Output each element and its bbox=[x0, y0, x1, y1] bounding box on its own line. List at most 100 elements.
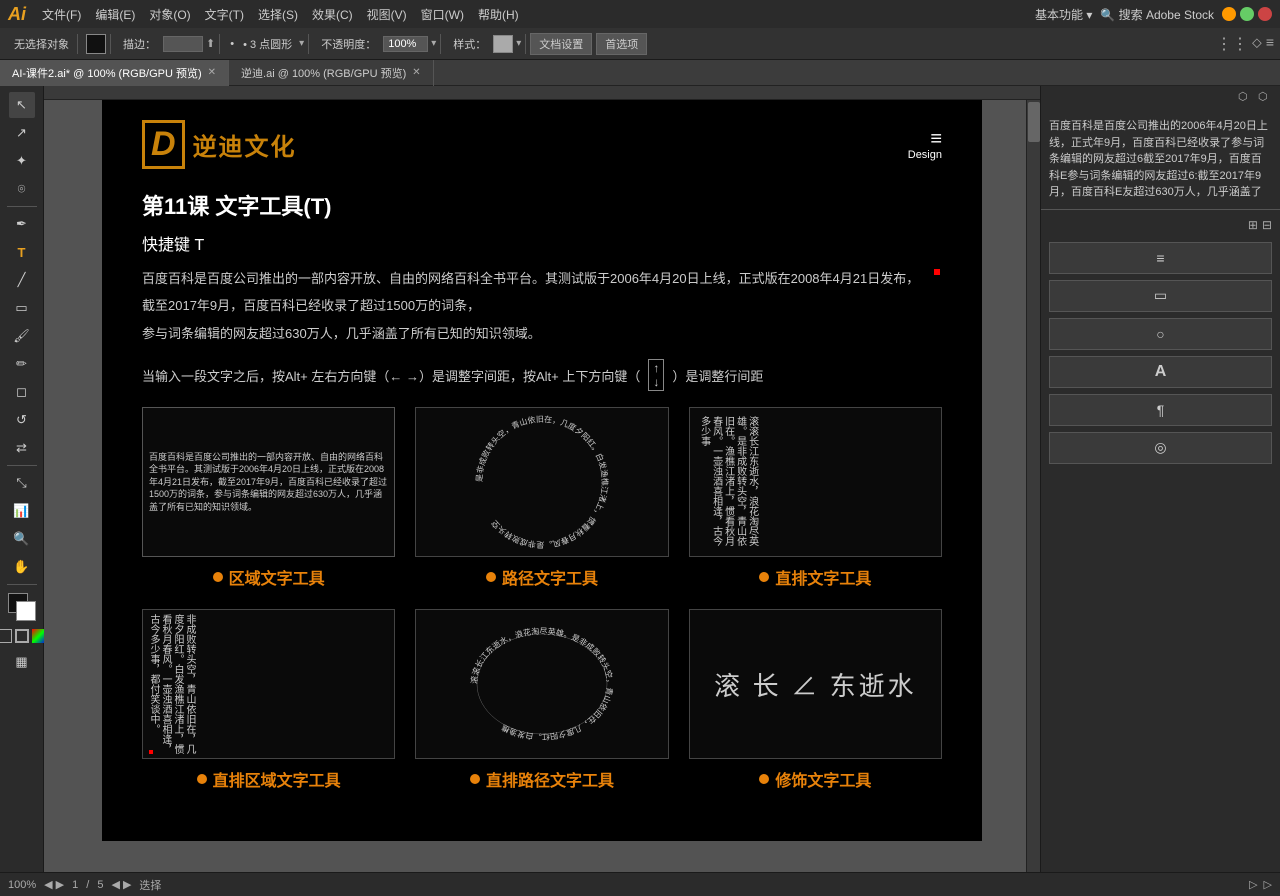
style-dropdown[interactable]: ▾ bbox=[516, 38, 521, 49]
rp-para-btn[interactable]: ¶ bbox=[1049, 394, 1272, 426]
rp-rect-btn[interactable]: ▭ bbox=[1049, 280, 1272, 312]
eraser-tool[interactable]: ◻ bbox=[9, 379, 35, 405]
menu-view[interactable]: 视图(V) bbox=[361, 4, 413, 25]
view-toggle[interactable]: ▷ bbox=[1249, 878, 1257, 891]
tab-close-1[interactable]: ✕ bbox=[208, 67, 216, 78]
menu-file[interactable]: 文件(F) bbox=[36, 4, 87, 25]
mirror-tool[interactable]: ⇄ bbox=[9, 435, 35, 461]
rp-circle-icon: ○ bbox=[1156, 326, 1164, 342]
menu-edit[interactable]: 编辑(E) bbox=[89, 4, 141, 25]
arrange-section: ▦ bbox=[9, 649, 35, 675]
basic-functions[interactable]: 基本功能 ▾ bbox=[1035, 6, 1092, 23]
status-info: 迭择 bbox=[139, 877, 161, 893]
menu-window[interactable]: 窗口(W) bbox=[415, 4, 470, 25]
selection-tool[interactable]: ↖ bbox=[9, 92, 35, 118]
rp-grid-icon[interactable]: ⊞ bbox=[1248, 218, 1258, 232]
tool-divider-1 bbox=[7, 206, 37, 207]
zoom-level[interactable]: 100% bbox=[8, 879, 36, 891]
close-button[interactable] bbox=[1258, 7, 1272, 21]
hamburger-icon[interactable]: ≡ bbox=[908, 129, 942, 149]
canvas-area[interactable]: D 逆迪文化 ≡ Design 第11课 文字工具(T) 快捷键 T 百度百科是… bbox=[44, 86, 1040, 872]
doc-settings-button[interactable]: 文档设置 bbox=[530, 33, 592, 55]
tab-bar: AI-课件2.ai* @ 100% (RGB/GPU 预览) ✕ 逆迪.ai @… bbox=[0, 60, 1280, 86]
right-panel-controls: ⬡ ⬡ bbox=[1041, 86, 1280, 110]
color-mode-stroke[interactable] bbox=[15, 629, 29, 643]
opacity-dropdown[interactable]: ▾ bbox=[431, 38, 436, 49]
tools-demo-row2: 非成败转头空，青山依旧在，几度夕阳红。白发渔樵江渚上，惯看秋月春风。一壶浊酒喜相… bbox=[142, 609, 942, 791]
rotate-tool[interactable]: ↺ bbox=[9, 407, 35, 433]
stroke-arrows[interactable]: ⬆ bbox=[206, 37, 215, 50]
magic-wand-tool[interactable]: ✦ bbox=[9, 148, 35, 174]
desc-line2: 截至2017年9月，百度百科已经收录了超过1500万的词条， bbox=[142, 294, 942, 317]
tool-label-1: 区域文字工具 bbox=[213, 565, 325, 589]
color-mode-fill[interactable] bbox=[0, 629, 12, 643]
opacity-label: 不透明度： bbox=[317, 34, 380, 54]
rp-expand-icon[interactable]: ⬡ bbox=[1238, 90, 1254, 106]
background-color[interactable] bbox=[16, 601, 36, 621]
tool-divider-2 bbox=[7, 465, 37, 466]
zoom-tool[interactable]: 🔍 bbox=[9, 526, 35, 552]
rp-circle2-btn[interactable]: ◎ bbox=[1049, 432, 1272, 464]
line-tool[interactable]: ╱ bbox=[9, 267, 35, 293]
dot-3 bbox=[759, 572, 769, 582]
status-arrow-right[interactable]: ▷ bbox=[1264, 878, 1272, 891]
menu-object[interactable]: 对象(O) bbox=[143, 4, 196, 25]
pencil-tool[interactable]: ✏ bbox=[9, 351, 35, 377]
rp-circle-btn[interactable]: ○ bbox=[1049, 318, 1272, 350]
scroll-bar-right[interactable] bbox=[1026, 100, 1040, 872]
demo-box-deco: 滚 长 ∠ 东逝水 bbox=[689, 609, 942, 759]
dot-2 bbox=[486, 572, 496, 582]
lasso-tool[interactable]: ⌾ bbox=[9, 176, 35, 202]
search-stock[interactable]: 🔍 搜索 Adobe Stock bbox=[1100, 6, 1214, 23]
hand-tool[interactable]: ✋ bbox=[9, 554, 35, 580]
preferences-button[interactable]: 首选项 bbox=[596, 33, 647, 55]
style-group: 样式： ▾ bbox=[445, 34, 526, 54]
direct-selection-tool[interactable]: ↗ bbox=[9, 120, 35, 146]
right-panel: ⬡ ⬡ 百度百科是百度公司推出的2006年4月20日上线，正式年9月，百度百科已… bbox=[1040, 86, 1280, 872]
rp-lines-btn[interactable]: ≡ bbox=[1049, 242, 1272, 274]
text-tool[interactable]: T bbox=[9, 239, 35, 265]
scroll-top[interactable] bbox=[44, 86, 1040, 100]
stroke-input[interactable] bbox=[163, 36, 203, 52]
graph-tool[interactable]: 📊 bbox=[9, 498, 35, 524]
menu-help[interactable]: 帮助(H) bbox=[472, 4, 525, 25]
rp-text-btn[interactable]: A bbox=[1049, 356, 1272, 388]
demo-box-v-path: 滚滚长江东逝水，浪花淘尽英雄。是非成败转头空，青山依旧在，几度夕阳红。白发渔樵 bbox=[415, 609, 668, 759]
minimize-button[interactable] bbox=[1222, 7, 1236, 21]
rp-collapse-icon[interactable]: ⬡ bbox=[1258, 90, 1274, 106]
opacity-input[interactable] bbox=[383, 36, 428, 52]
nav-hamburger: ≡ Design bbox=[908, 129, 942, 161]
nav-arrows[interactable]: ◀ ▶ bbox=[111, 878, 131, 891]
color-selector[interactable] bbox=[8, 593, 36, 621]
logo-brand-text: 逆迪文化 bbox=[193, 127, 297, 162]
selection-group: 无选择对象 bbox=[6, 34, 78, 54]
stroke-label: 描边： bbox=[119, 34, 160, 54]
tab-close-2[interactable]: ✕ bbox=[412, 67, 420, 78]
no-selection-label: 无选择对象 bbox=[10, 34, 73, 54]
points-dropdown[interactable]: ▾ bbox=[299, 38, 304, 49]
pen-tool[interactable]: ✒ bbox=[9, 211, 35, 237]
window-controls bbox=[1222, 7, 1272, 21]
maximize-button[interactable] bbox=[1240, 7, 1254, 21]
menu-text[interactable]: 文字(T) bbox=[199, 4, 250, 25]
more-icon[interactable]: ≡ bbox=[1266, 34, 1274, 54]
tool-name-6: 修饰文字工具 bbox=[775, 767, 871, 791]
arrange-icon[interactable]: ⬦ bbox=[1252, 34, 1262, 54]
scale-tool[interactable]: ⤡ bbox=[9, 470, 35, 496]
scroll-thumb-right[interactable] bbox=[1028, 102, 1040, 142]
tool-demo-vertical-area: 非成败转头空，青山依旧在，几度夕阳红。白发渔樵江渚上，惯看秋月春风。一壶浊酒喜相… bbox=[142, 609, 395, 791]
tab-nidi[interactable]: 逆迪.ai @ 100% (RGB/GPU 预览) ✕ bbox=[229, 60, 434, 86]
document-header: D 逆迪文化 ≡ Design bbox=[142, 120, 942, 169]
menu-select[interactable]: 选择(S) bbox=[252, 4, 304, 25]
artboard-tool[interactable]: ▦ bbox=[9, 649, 35, 675]
paintbrush-tool[interactable]: 🖌 bbox=[9, 323, 35, 349]
stroke-color-box[interactable] bbox=[86, 34, 106, 54]
tab-ai-coursework[interactable]: AI-课件2.ai* @ 100% (RGB/GPU 预览) ✕ bbox=[0, 60, 229, 86]
rect-tool[interactable]: ▭ bbox=[9, 295, 35, 321]
style-color[interactable] bbox=[493, 35, 513, 53]
rp-circle2-icon: ◎ bbox=[1154, 439, 1166, 456]
menu-effect[interactable]: 效果(C) bbox=[306, 4, 359, 25]
rp-list-icon[interactable]: ⊟ bbox=[1262, 218, 1272, 232]
points-label[interactable]: • 3 点圆形 bbox=[239, 34, 296, 54]
panel-toggle[interactable]: ⋮⋮ bbox=[1216, 34, 1248, 54]
